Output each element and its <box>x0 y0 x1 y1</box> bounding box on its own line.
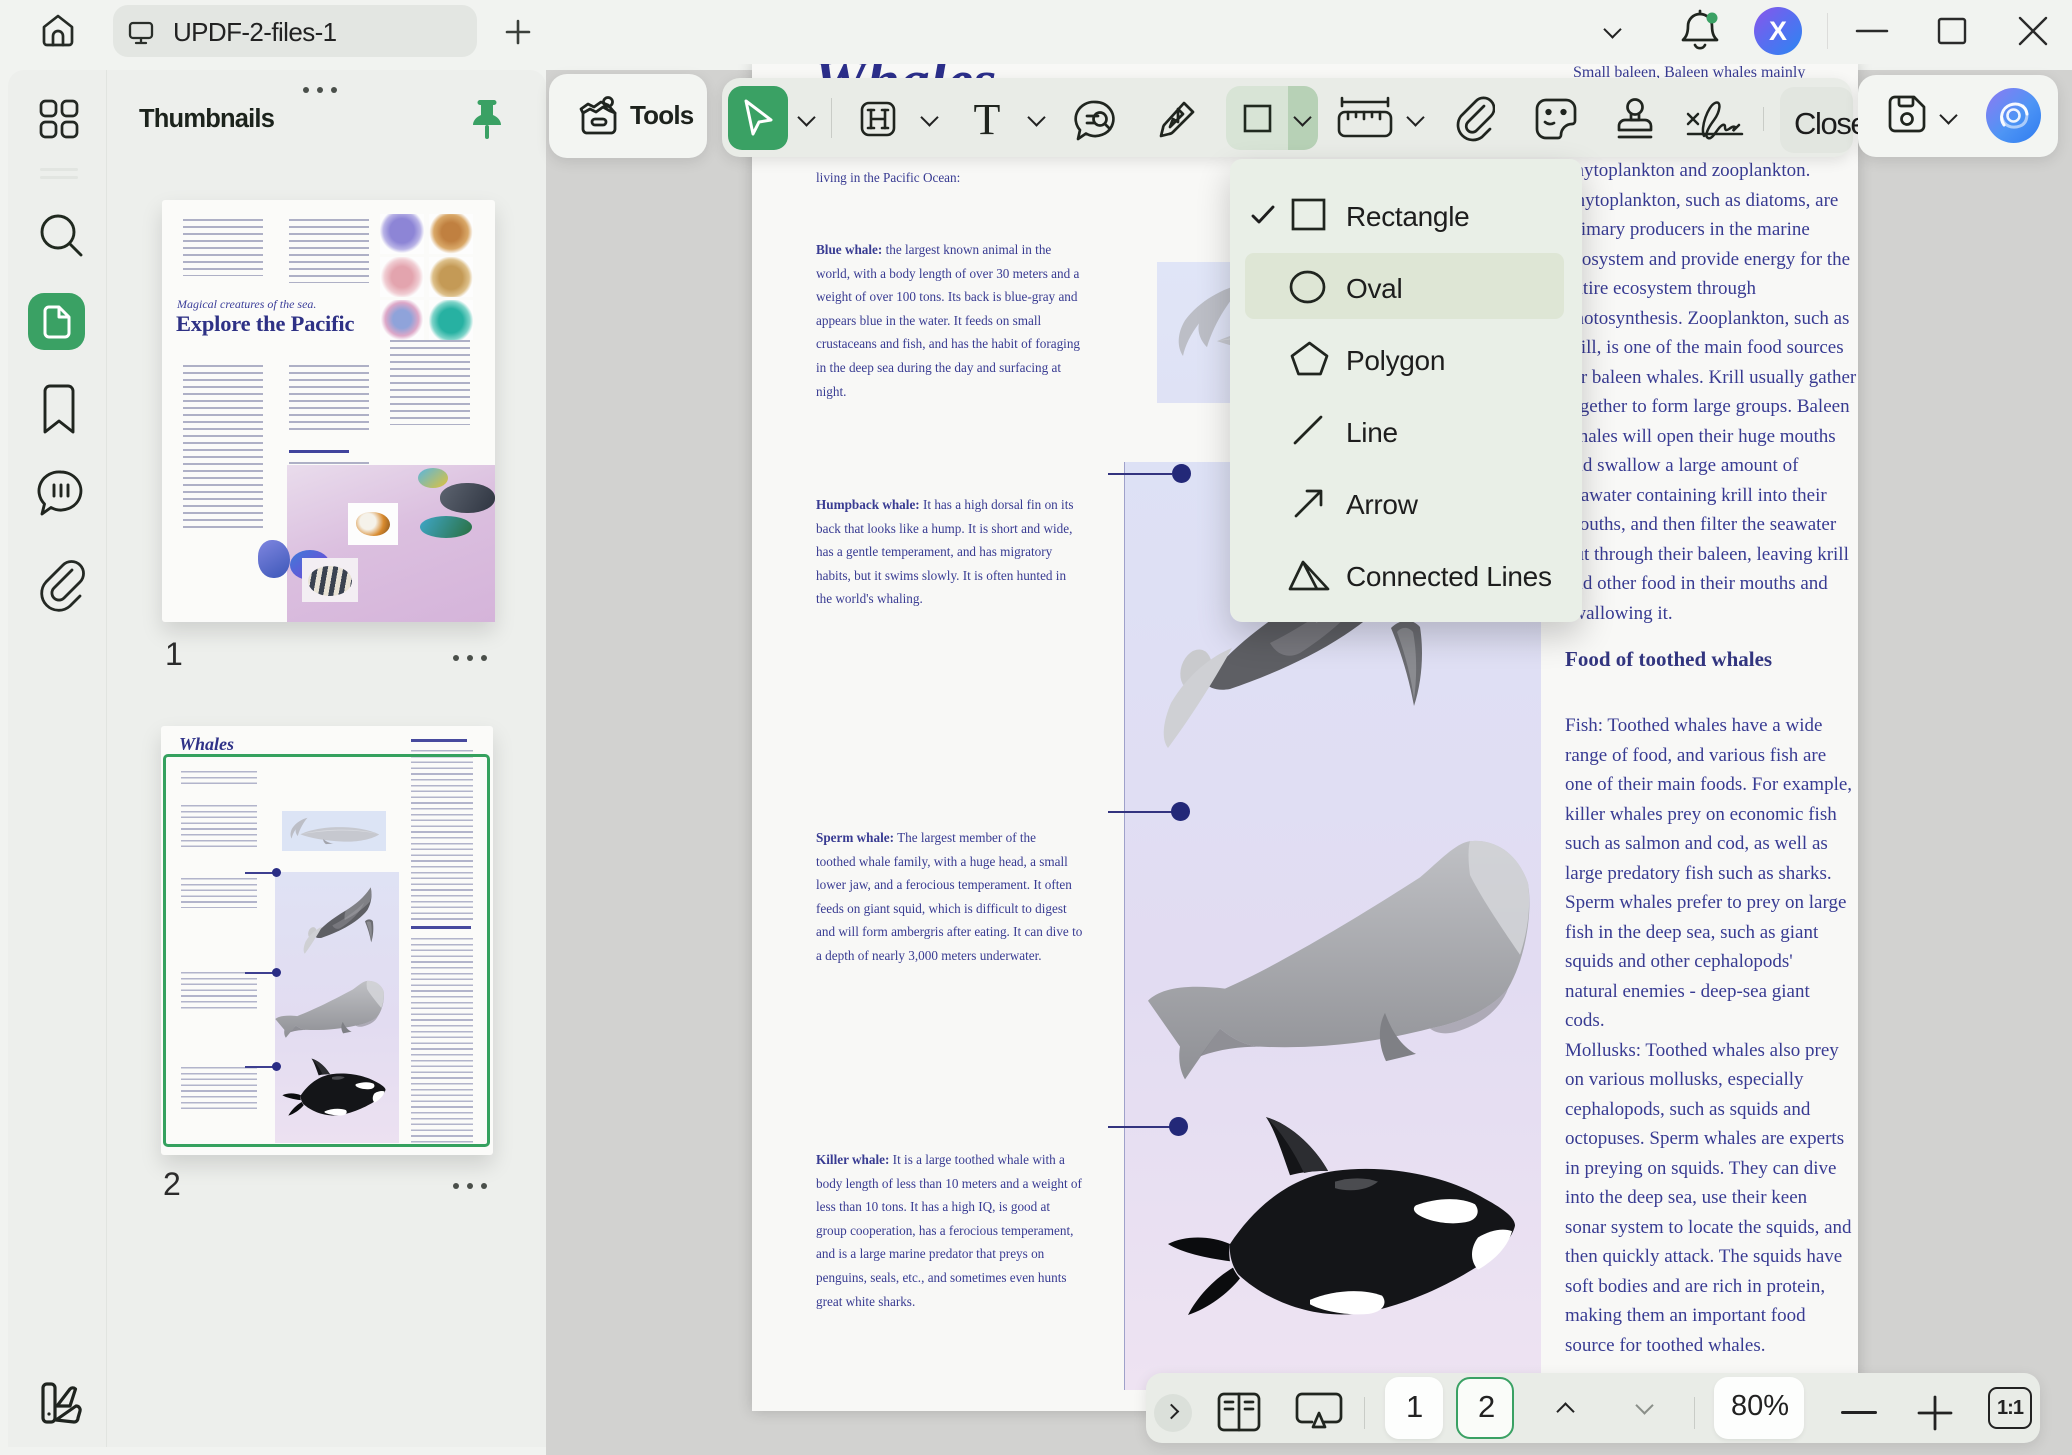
svg-text:T: T <box>974 98 1001 140</box>
